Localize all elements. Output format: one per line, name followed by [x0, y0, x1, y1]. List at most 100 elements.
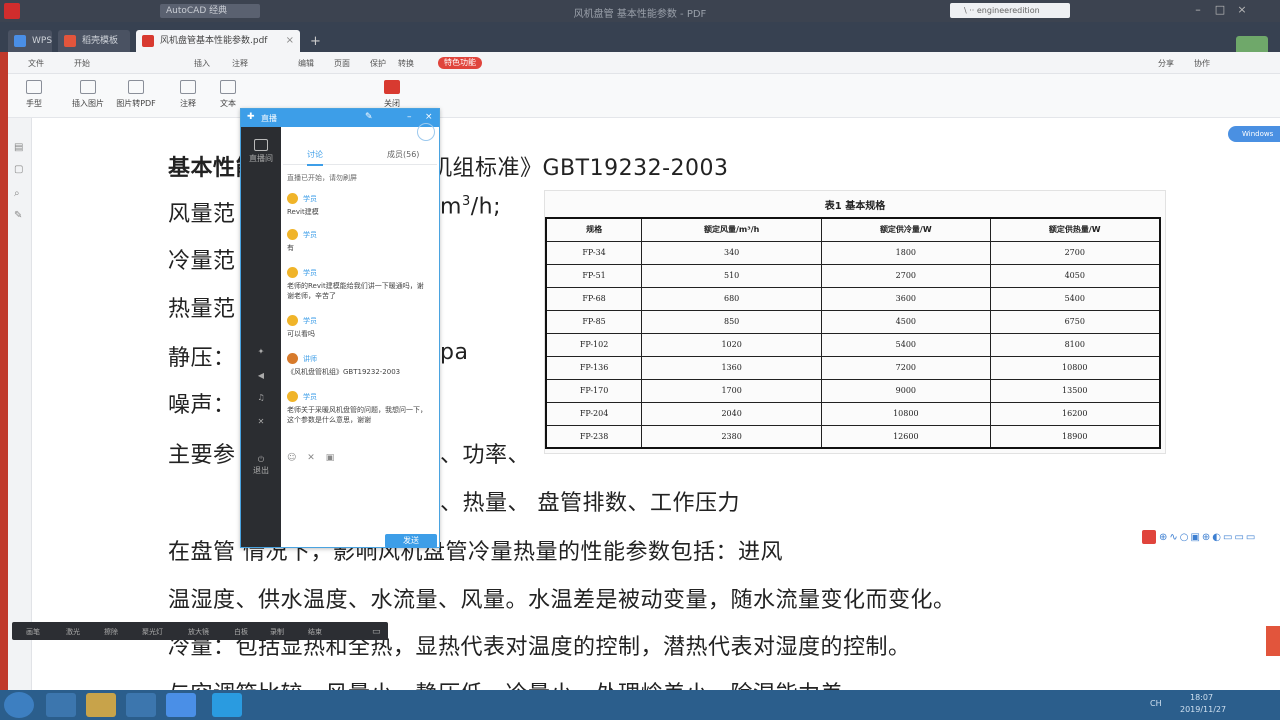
taskbar-ie-icon[interactable]	[46, 693, 76, 717]
record-tool[interactable]: 录制	[270, 627, 284, 637]
menu-item-edit[interactable]: 编辑	[298, 58, 314, 69]
taskbar-folder-icon[interactable]	[86, 693, 116, 717]
text-button[interactable]: 文本	[208, 80, 248, 109]
tab-pdf[interactable]: 风机盘管基本性能参数.pdf ×	[136, 30, 300, 52]
minimize-icon[interactable]: –	[1190, 3, 1206, 18]
maximize-icon[interactable]: □	[1212, 3, 1228, 18]
msg-sender: 学员	[303, 393, 317, 401]
menu-item-page[interactable]: 页面	[334, 58, 350, 69]
clock-date[interactable]: 2019/11/27	[1180, 705, 1226, 714]
close-tab-icon[interactable]: ×	[286, 30, 294, 52]
menu-highlight-button[interactable]: 特色功能	[438, 57, 482, 69]
whiteboard-tool[interactable]: 白板	[234, 627, 248, 637]
input-method[interactable]: CH	[1150, 699, 1162, 708]
msg-text: 老师的Revit建模能给我们讲一下暖通吗，谢谢老师，辛苦了	[287, 282, 424, 300]
table-row: FP-136 1360 7200 10800	[545, 355, 1161, 380]
tab-template[interactable]: 稻壳模板	[58, 30, 130, 52]
thumbnail-icon[interactable]: ▢	[14, 164, 26, 176]
chat-avatar-icon[interactable]	[417, 123, 435, 141]
windows-taskbar: CH 18:07 2019/11/27	[0, 690, 1280, 720]
rail-live-room[interactable]: 直播间	[249, 139, 273, 164]
clock-time[interactable]: 18:07	[1190, 693, 1213, 702]
rail-settings[interactable]: ✦	[249, 347, 273, 356]
search-icon[interactable]: ⌕	[14, 188, 26, 200]
doc-paragraph-2: 温湿度、供水温度、水流量、风量。水温差是被动变量，随水流量变化而变化。	[168, 588, 956, 613]
magnifier-tool[interactable]: 放大镜	[188, 627, 209, 637]
menu-item-home[interactable]: 开始	[74, 58, 90, 69]
menu-item-file[interactable]: 文件	[28, 58, 44, 69]
tab-wps[interactable]: WPS	[8, 30, 52, 52]
send-button[interactable]: 发送	[385, 534, 437, 548]
menu-item-protect[interactable]: 保护	[370, 58, 386, 69]
hand-tool-button[interactable]: 手型	[14, 80, 54, 109]
rail-exit[interactable]: ⏻ 退出	[249, 455, 273, 476]
cell: 1700	[641, 378, 823, 403]
comment-button[interactable]: 注释	[168, 80, 208, 109]
emoji-icon[interactable]: ☺	[287, 453, 296, 463]
menu-item-insert[interactable]: 插入	[194, 58, 210, 69]
chat-header[interactable]: ✚ 直播 ✎ – ×	[241, 109, 439, 127]
toolbar-close-icon[interactable]: ▭	[372, 627, 381, 637]
clear-icon[interactable]: ✕	[307, 453, 315, 463]
image-pdf-icon	[128, 80, 144, 94]
end-tool[interactable]: 结束	[308, 627, 322, 637]
chat-menu-icon[interactable]: ✚	[247, 112, 255, 122]
close-tool-icon	[384, 80, 400, 94]
user-avatar	[287, 229, 298, 240]
spotlight-tool[interactable]: 聚光灯	[142, 627, 163, 637]
right-float-button[interactable]: Windows	[1228, 126, 1280, 142]
cell: 2700	[821, 263, 991, 288]
cell: 5400	[989, 286, 1161, 311]
menu-item-collab[interactable]: 协作	[1194, 58, 1210, 69]
cell: 2700	[989, 240, 1161, 265]
table-header-row: 规格 额定风量/m³/h 额定供冷量/W 额定供热量/W	[545, 217, 1161, 242]
cell: FP-170	[545, 378, 643, 403]
unit-sup: 3	[461, 194, 471, 209]
search-input[interactable]: \ ·· engineeredition	[950, 3, 1070, 18]
rail-tools[interactable]: ✕	[249, 417, 273, 426]
mini-tools-icons[interactable]: ⊕∿○▣⊕◐▭▭▭	[1159, 532, 1257, 543]
msg-sender: 学员	[303, 317, 317, 325]
close-icon[interactable]: ×	[1234, 3, 1250, 18]
pin-icon[interactable]: ✎	[365, 112, 373, 122]
start-button[interactable]	[4, 692, 34, 718]
music-icon: ♫	[257, 393, 265, 402]
image-upload-icon[interactable]: ▣	[326, 453, 335, 463]
table-row: FP-34 340 1800 2700	[545, 240, 1161, 265]
menu-item-convert[interactable]: 转换	[398, 58, 414, 69]
taskbar-chat-icon[interactable]	[212, 693, 242, 717]
right-side-tab[interactable]	[1266, 626, 1280, 656]
power-icon: ⏻	[257, 455, 265, 464]
cell: 10800	[821, 401, 991, 426]
tab-discussion[interactable]: 讨论	[307, 149, 323, 166]
cell: FP-85	[545, 309, 643, 334]
close-tool-button[interactable]: 关闭	[372, 80, 412, 109]
table-row: FP-238 2380 12600 18900	[545, 424, 1161, 449]
cell: FP-136	[545, 355, 643, 380]
menu-item-share[interactable]: 分享	[1158, 58, 1174, 69]
tab-label: WPS	[32, 36, 53, 46]
badge-icon[interactable]	[1142, 530, 1156, 544]
cell: 3600	[821, 286, 991, 311]
taskbar-browser-icon[interactable]	[126, 693, 156, 717]
rail-volume[interactable]: ◀	[249, 371, 273, 380]
new-tab-button[interactable]: +	[310, 34, 321, 49]
pen-tool[interactable]: 画笔	[26, 627, 40, 637]
msg-text: 老师关于采暖风机盘管的问题，我想问一下，这个参数是什么意思，谢谢	[287, 406, 427, 424]
rail-music[interactable]: ♫	[249, 393, 273, 402]
tab-members[interactable]: 成员(56)	[387, 149, 419, 160]
chat-minimize-icon[interactable]: –	[407, 112, 412, 122]
image-to-pdf-button[interactable]: 图片转PDF	[116, 80, 156, 109]
taskbar-app-icon[interactable]	[166, 693, 196, 717]
chat-close-icon[interactable]: ×	[425, 112, 433, 122]
tool-label: 插入图片	[72, 99, 104, 108]
insert-image-button[interactable]: 插入图片	[68, 80, 108, 109]
eraser-tool[interactable]: 擦除	[104, 627, 118, 637]
live-chat-window[interactable]: ✚ 直播 ✎ – × 直播间 ✦ ◀ ♫ ✕ ⏻ 退出 讨论 成员(56) 直播已…	[240, 108, 440, 548]
laser-tool[interactable]: 激光	[66, 627, 80, 637]
bookmark-icon[interactable]: ▤	[14, 142, 26, 154]
attachment-icon[interactable]: ✎	[14, 210, 26, 222]
chat-side-rail: 直播间 ✦ ◀ ♫ ✕ ⏻ 退出	[241, 127, 281, 547]
menu-item-comment[interactable]: 注释	[232, 58, 248, 69]
cell: 10800	[989, 355, 1161, 380]
